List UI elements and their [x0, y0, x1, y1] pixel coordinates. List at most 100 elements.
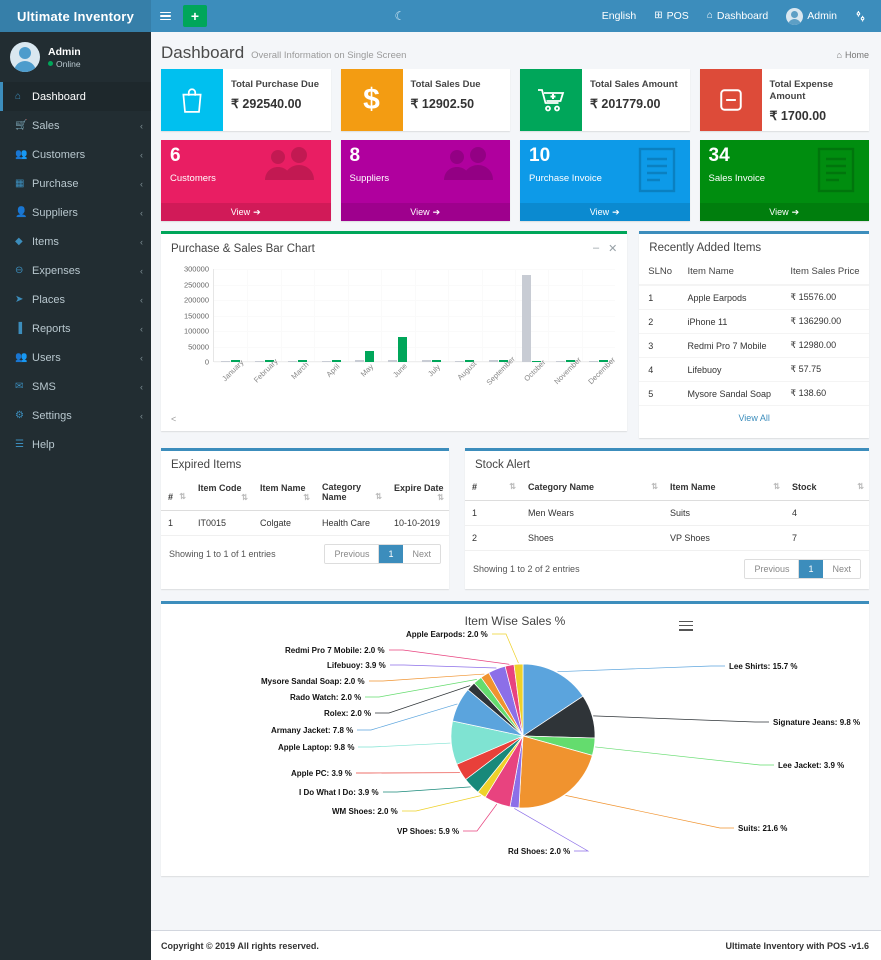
stat-card-purchase-due[interactable]: Total Purchase Due ₹ 292540.00 — [161, 69, 331, 131]
bar-purchase — [388, 360, 397, 362]
charts-row: Purchase & Sales Bar Chart – ✕ 300000250… — [151, 221, 881, 438]
close-icon[interactable]: ✕ — [608, 242, 617, 255]
x-axis-tick-label: July — [426, 362, 442, 378]
recently-added-items-panel: Recently Added Items SLNo Item Name Item… — [639, 231, 869, 438]
grid-icon: ▦ — [15, 178, 32, 189]
count-card-customers[interactable]: 6 Customers View ➔ — [161, 140, 331, 221]
table-row: 1IT0015ColgateHealth Care10-10-2019 — [161, 511, 449, 536]
sidebar-item-reports[interactable]: ▐ Reports ‹ — [0, 314, 151, 343]
table-cell: VP Shoes — [663, 526, 785, 551]
panel-tools: – ✕ — [593, 242, 617, 255]
language-selector[interactable]: English — [593, 0, 645, 32]
table-row: 5Mysore Sandal Soap₹ 138.60 — [639, 382, 869, 406]
stat-card-body: Total Sales Due ₹ 12902.50 — [403, 69, 511, 131]
page-1-button[interactable]: 1 — [379, 545, 403, 563]
view-all-link[interactable]: View All — [639, 406, 869, 423]
sidebar-toggle-icon[interactable] — [151, 0, 179, 32]
sort-icon: ⇅ — [437, 493, 444, 502]
stat-card-sales-due[interactable]: $ Total Sales Due ₹ 12902.50 — [341, 69, 511, 131]
column-header-index[interactable]: #⇅ — [465, 475, 521, 501]
stat-card-value: ₹ 1700.00 — [770, 108, 864, 123]
bar-group — [548, 269, 581, 362]
minimize-icon[interactable]: – — [593, 242, 599, 255]
stat-card-expense-amount[interactable]: Total Expense Amount ₹ 1700.00 — [700, 69, 870, 131]
sidebar-item-sales[interactable]: 🛒 Sales ‹ — [0, 111, 151, 140]
sidebar-item-dashboard[interactable]: ⌂ Dashboard — [0, 82, 151, 111]
pie-slice-label: Lee Shirts: 15.7 % — [729, 662, 797, 671]
count-card-purchase-invoice[interactable]: 10 Purchase Invoice View ➔ — [520, 140, 690, 221]
sidebar-item-settings[interactable]: ⚙ Settings ‹ — [0, 401, 151, 430]
pie-slice-label: Mysore Sandal Soap: 2.0 % — [261, 677, 365, 686]
pie-slice-label: Armany Jacket: 7.8 % — [271, 726, 353, 735]
panel-title: Recently Added Items — [649, 242, 761, 254]
tables-row: Expired Items #⇅ Item Code⇅ Item Name⇅ C… — [151, 438, 881, 589]
sort-icon: ⇅ — [241, 493, 248, 502]
sidebar-item-purchase[interactable]: ▦ Purchase ‹ — [0, 169, 151, 198]
pos-link[interactable]: ⊞ POS — [645, 0, 698, 32]
sidebar-item-help[interactable]: ☰ Help — [0, 430, 151, 459]
column-header-expire-date[interactable]: Expire Date⇅ — [387, 475, 449, 511]
pie-slice-label: Apple Laptop: 9.8 % — [278, 743, 354, 752]
sidebar-item-users[interactable]: 👥 Users ‹ — [0, 343, 151, 372]
bar-chart-plot — [213, 269, 615, 362]
sidebar-user-status-label: Online — [56, 59, 81, 69]
bar-sales — [332, 360, 341, 362]
quick-add-button[interactable]: + — [183, 5, 207, 27]
users-icon — [261, 146, 319, 193]
column-header-category-name[interactable]: Category Name⇅ — [521, 475, 663, 501]
chevron-left-icon: ‹ — [140, 353, 143, 363]
pie-slice-label: Rd Shoes: 2.0 % — [508, 847, 570, 856]
count-card-sales-invoice[interactable]: 34 Sales Invoice View ➔ — [700, 140, 870, 221]
count-card-view-link[interactable]: View ➔ — [520, 203, 690, 221]
sidebar-item-expenses[interactable]: ⊖ Expenses ‹ — [0, 256, 151, 285]
next-page-button[interactable]: Next — [823, 560, 860, 578]
bar-group — [348, 269, 381, 362]
next-page-button[interactable]: Next — [403, 545, 440, 563]
table-cell: Men Wears — [521, 501, 663, 526]
column-header-item-name[interactable]: Item Name⇅ — [253, 475, 315, 511]
sidebar-item-places[interactable]: ➤ Places ‹ — [0, 285, 151, 314]
bar-chart-x-axis: JanuaryFebruaryMarchAprilMayJuneJulyAugu… — [213, 365, 615, 409]
pie-label-connector — [558, 666, 725, 672]
count-card-view-link[interactable]: View ➔ — [700, 203, 870, 221]
count-card-suppliers[interactable]: 8 Suppliers View ➔ — [341, 140, 511, 221]
sidebar-user-panel[interactable]: Admin Online — [0, 32, 151, 82]
sidebar-user-name: Admin — [48, 46, 81, 59]
table-cell: Apple Earpods — [678, 285, 781, 310]
sidebar-item-label: Purchase — [32, 178, 140, 190]
entries-info: Showing 1 to 2 of 2 entries — [473, 564, 580, 574]
user-menu[interactable]: Admin — [777, 0, 846, 32]
sidebar-item-sms[interactable]: ✉ SMS ‹ — [0, 372, 151, 401]
previous-page-button[interactable]: Previous — [325, 545, 379, 563]
sort-icon: ⇅ — [857, 482, 864, 491]
table-cell: 2 — [465, 526, 521, 551]
sort-icon: ⇅ — [773, 482, 780, 491]
count-card-view-link[interactable]: View ➔ — [341, 203, 511, 221]
column-header-item-code[interactable]: Item Code⇅ — [191, 475, 253, 511]
chart-scroll-hint[interactable]: < — [161, 411, 627, 424]
page-header: Dashboard Overall Information on Single … — [151, 32, 881, 69]
breadcrumb[interactable]: ⌂ Home — [837, 50, 869, 60]
column-header-stock[interactable]: Stock⇅ — [785, 475, 869, 501]
page-footer: Copyright © 2019 All rights reserved. Ul… — [151, 930, 881, 960]
sidebar-item-suppliers[interactable]: 👤 Suppliers ‹ — [0, 198, 151, 227]
stat-card-sales-amount[interactable]: Total Sales Amount ₹ 201779.00 — [520, 69, 690, 131]
table-row: 3Redmi Pro 7 Mobile₹ 12980.00 — [639, 334, 869, 358]
table-cell: 1 — [465, 501, 521, 526]
table-footer: Showing 1 to 2 of 2 entries Previous 1 N… — [465, 551, 869, 589]
settings-toggle[interactable] — [846, 0, 875, 32]
bar-purchase — [221, 361, 230, 363]
dashboard-link[interactable]: ⌂ Dashboard — [698, 0, 777, 32]
arrow-circle-right-icon: ➔ — [612, 207, 620, 218]
stat-card-title: Total Expense Amount — [770, 79, 864, 103]
sidebar-item-items[interactable]: ◆ Items ‹ — [0, 227, 151, 256]
sidebar-item-customers[interactable]: 👥 Customers ‹ — [0, 140, 151, 169]
table-cell: 4 — [785, 501, 869, 526]
brand-logo[interactable]: Ultimate Inventory — [0, 0, 151, 32]
page-1-button[interactable]: 1 — [799, 560, 823, 578]
previous-page-button[interactable]: Previous — [745, 560, 799, 578]
count-card-view-link[interactable]: View ➔ — [161, 203, 331, 221]
column-header-category-name[interactable]: Category Name⇅ — [315, 475, 387, 511]
column-header-index[interactable]: #⇅ — [161, 475, 191, 511]
column-header-item-name[interactable]: Item Name⇅ — [663, 475, 785, 501]
